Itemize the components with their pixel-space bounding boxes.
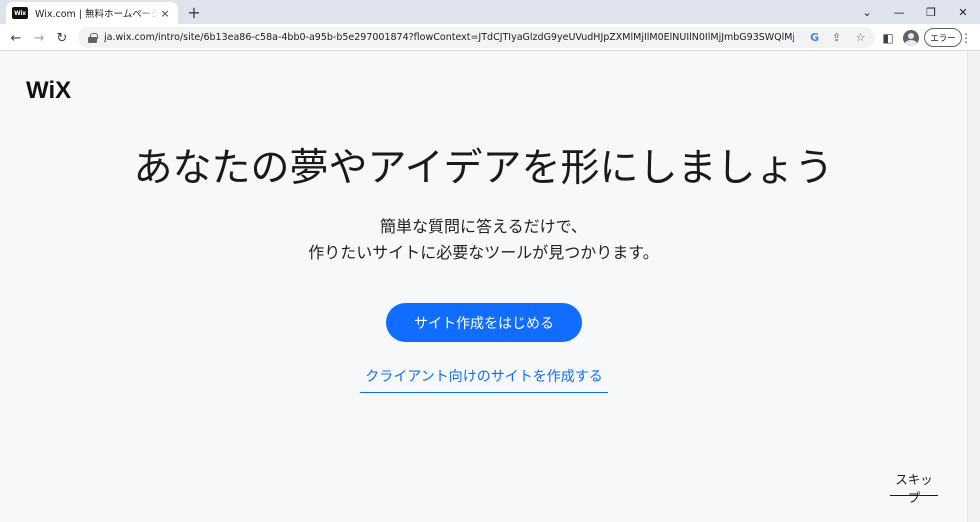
- create-client-site-link[interactable]: クライアント向けのサイトを作成する: [360, 367, 608, 393]
- restore-icon[interactable]: ❐: [914, 0, 948, 24]
- minimize-icon[interactable]: —: [882, 0, 916, 24]
- profile-avatar[interactable]: [901, 28, 921, 48]
- url-text[interactable]: ja.wix.com/intro/site/6b13ea86-c58a-4bb0…: [104, 32, 794, 43]
- skip-link[interactable]: スキップ: [890, 471, 938, 505]
- share-icon[interactable]: ⇪: [828, 29, 845, 46]
- subtitle-line-1: 簡単な質問に答えるだけで、: [380, 217, 587, 236]
- tab-title: Wix.com | 無料ホームページ作成 | お: [35, 9, 159, 20]
- subtitle-line-2: 作りたいサイトに必要なツールが見つかります。: [308, 243, 659, 262]
- start-site-creation-button[interactable]: サイト作成をはじめる: [386, 303, 582, 342]
- browser-tab-wix[interactable]: Wix Wix.com | 無料ホームページ作成 | お ×: [6, 2, 178, 24]
- tab-close-icon[interactable]: ×: [158, 7, 172, 20]
- page-content: WiX あなたの夢やアイデアを形にしましょう 簡単な質問に答えるだけで、 作りた…: [0, 51, 967, 522]
- error-button[interactable]: エラー: [924, 28, 962, 47]
- profile-icon: [903, 30, 919, 46]
- google-lens-icon[interactable]: G: [806, 29, 823, 46]
- back-arrow-icon[interactable]: ←: [6, 28, 26, 48]
- window-close-icon[interactable]: ✕: [946, 0, 980, 24]
- tab-strip: Wix Wix.com | 無料ホームページ作成 | お × + ⌄ — ❐ ✕: [0, 0, 980, 24]
- browser-toolbar: ← → ↻ ja.wix.com/intro/site/6b13ea86-c58…: [0, 24, 980, 51]
- bookmark-star-icon[interactable]: ☆: [852, 29, 869, 46]
- wix-logo: WiX: [26, 77, 72, 104]
- wix-favicon-icon: Wix: [12, 7, 28, 19]
- address-bar[interactable]: ja.wix.com/intro/site/6b13ea86-c58a-4bb0…: [78, 27, 875, 48]
- page-title: あなたの夢やアイデアを形にしましょう: [133, 146, 834, 191]
- kebab-menu-icon[interactable]: ⋮: [958, 28, 974, 48]
- new-tab-button[interactable]: +: [185, 3, 203, 22]
- page-scrollbar[interactable]: [967, 51, 980, 522]
- lock-icon[interactable]: [88, 32, 98, 43]
- forward-arrow-icon[interactable]: →: [29, 28, 49, 48]
- tab-search-icon[interactable]: ⌄: [850, 0, 884, 24]
- reload-icon[interactable]: ↻: [52, 28, 72, 48]
- side-panel-icon[interactable]: ◧: [878, 28, 898, 48]
